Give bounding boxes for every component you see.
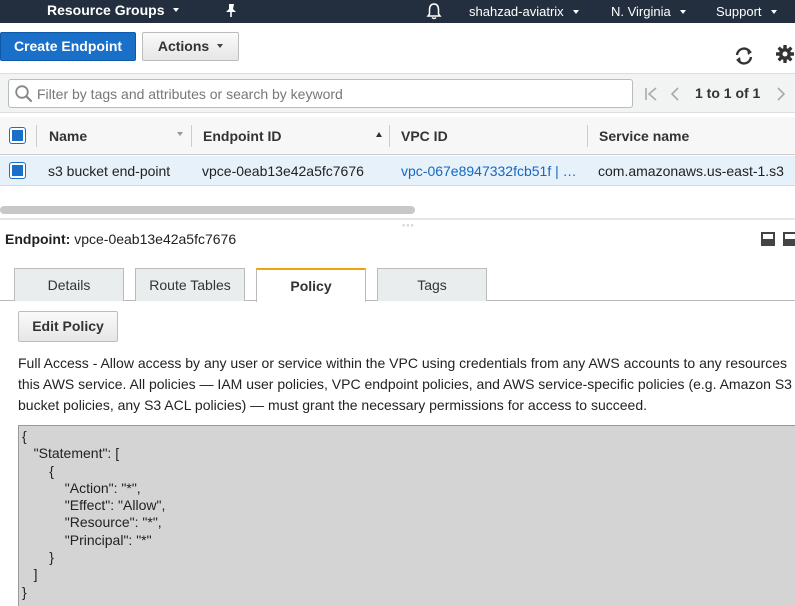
column-divider xyxy=(36,125,37,147)
policy-document[interactable]: { "Statement": [ { "Action": "*", "Effec… xyxy=(18,425,795,606)
support-label: Support xyxy=(716,4,762,19)
pager-text: 1 to 1 of 1 xyxy=(695,85,761,101)
endpoint-heading-label: Endpoint: xyxy=(5,231,71,247)
pin-icon[interactable] xyxy=(224,3,238,18)
tab-tags[interactable]: Tags xyxy=(377,268,487,301)
row-vpc-id-link[interactable]: vpc-067e8947332fcb51f | … xyxy=(401,163,577,179)
panel-splitter[interactable] xyxy=(0,218,795,220)
tab-policy[interactable]: Policy xyxy=(256,268,366,302)
support-menu[interactable]: Support xyxy=(716,4,777,19)
search-box xyxy=(8,79,633,108)
prev-page-icon[interactable] xyxy=(669,86,681,102)
panel-bottom-icon[interactable] xyxy=(761,232,775,246)
select-all-checkbox[interactable] xyxy=(10,128,25,143)
first-page-icon[interactable] xyxy=(644,86,658,102)
top-nav: Resource Groups shahzad-aviatrix N. Virg… xyxy=(0,0,795,23)
account-name: shahzad-aviatrix xyxy=(469,4,564,19)
row-checkbox[interactable] xyxy=(10,163,25,178)
table-header: Name Endpoint ID VPC ID Service name xyxy=(0,117,795,155)
bell-icon[interactable] xyxy=(426,2,442,20)
column-divider xyxy=(587,125,588,147)
policy-description-line: this AWS service. All policies — IAM use… xyxy=(18,376,792,392)
policy-description-line: Full Access - Allow access by any user o… xyxy=(18,355,788,371)
drag-handle-icon[interactable]: ◦◦◦ xyxy=(402,220,415,230)
filter-bar: 1 to 1 of 1 xyxy=(0,73,795,113)
actions-label: Actions xyxy=(157,38,210,54)
account-menu[interactable]: shahzad-aviatrix xyxy=(469,4,579,19)
row-name: s3 bucket end-point xyxy=(48,163,171,179)
tab-route-tables[interactable]: Route Tables xyxy=(135,268,245,301)
column-divider xyxy=(389,125,390,147)
chevron-down-icon xyxy=(770,9,777,14)
chevron-down-icon xyxy=(572,9,579,14)
policy-json: { "Statement": [ { "Action": "*", "Effec… xyxy=(22,428,166,600)
region-name: N. Virginia xyxy=(611,4,671,19)
column-divider xyxy=(191,125,192,147)
sort-asc-icon[interactable] xyxy=(376,132,382,137)
endpoint-heading: Endpoint: vpce-0eab13e42a5fc7676 xyxy=(5,231,236,247)
row-service-name: com.amazonaws.us-east-1.s3 xyxy=(598,163,784,179)
horizontal-scrollbar[interactable] xyxy=(0,206,415,214)
resource-groups-menu[interactable]: Resource Groups xyxy=(47,2,180,18)
table-row[interactable]: s3 bucket end-point vpce-0eab13e42a5fc76… xyxy=(0,156,795,186)
row-endpoint-id: vpce-0eab13e42a5fc7676 xyxy=(202,163,364,179)
panel-split-icon[interactable] xyxy=(783,232,795,246)
policy-description-line: bucket policies, any S3 ACL policies) — … xyxy=(18,397,647,413)
search-icon xyxy=(15,85,33,103)
sort-icon[interactable] xyxy=(177,132,183,136)
refresh-icon[interactable] xyxy=(732,44,756,68)
search-input[interactable] xyxy=(37,84,627,103)
gear-icon[interactable] xyxy=(775,44,795,64)
column-header-vpc-id[interactable]: VPC ID xyxy=(401,128,448,144)
column-header-name[interactable]: Name xyxy=(49,128,87,144)
create-endpoint-button[interactable]: Create Endpoint xyxy=(0,32,136,61)
endpoint-heading-id: vpce-0eab13e42a5fc7676 xyxy=(74,231,237,247)
column-header-endpoint-id[interactable]: Endpoint ID xyxy=(203,128,282,144)
tab-details[interactable]: Details xyxy=(14,268,124,301)
resource-groups-label: Resource Groups xyxy=(47,2,165,18)
chevron-down-icon xyxy=(173,8,180,13)
chevron-down-icon xyxy=(217,44,224,49)
edit-policy-button[interactable]: Edit Policy xyxy=(18,311,118,342)
policy-description: Full Access - Allow access by any user o… xyxy=(18,353,795,416)
actions-button[interactable]: Actions xyxy=(142,32,239,61)
next-page-icon[interactable] xyxy=(775,86,787,102)
chevron-down-icon xyxy=(679,9,686,14)
column-header-service-name[interactable]: Service name xyxy=(599,128,689,144)
region-menu[interactable]: N. Virginia xyxy=(611,4,686,19)
